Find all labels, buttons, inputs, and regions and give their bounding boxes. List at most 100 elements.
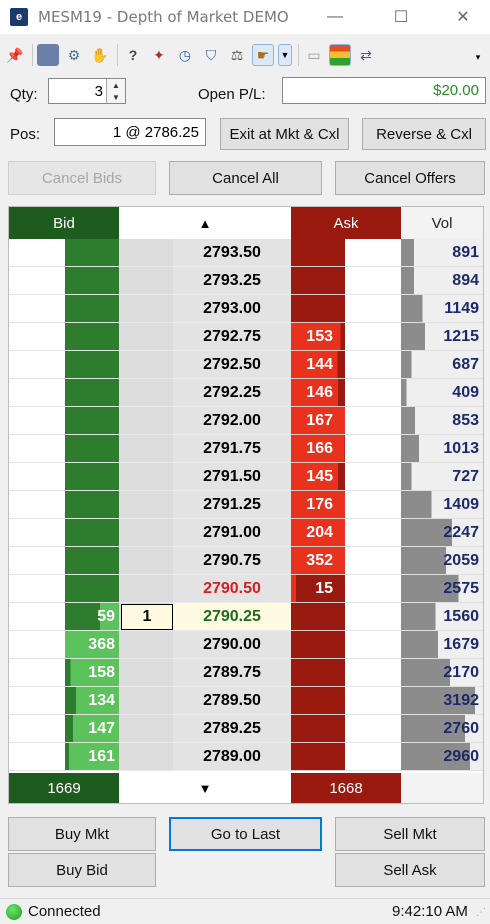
ask-order-cell[interactable] [345,295,401,323]
ask-order-cell[interactable] [345,239,401,267]
bid-size-cell[interactable] [65,491,119,519]
working-order-cell[interactable] [119,715,173,743]
scroll-up-arrow-icon[interactable]: ▲ [119,207,291,239]
help-doc-icon[interactable]: ? [122,44,144,66]
ask-size-cell[interactable]: 352 [291,547,345,575]
working-order-cell[interactable] [119,687,173,715]
working-order-cell[interactable] [119,631,173,659]
ask-size-cell[interactable]: 167 [291,407,345,435]
minimize-button[interactable]: — [312,0,358,34]
bid-size-cell[interactable]: 368 [65,631,119,659]
working-order-cell[interactable] [119,547,173,575]
dropdown-arrow-icon[interactable]: ▼ [278,44,292,66]
cancel-bids-button[interactable]: Cancel Bids [8,161,156,195]
bid-size-cell[interactable] [65,351,119,379]
working-order-cell[interactable] [119,519,173,547]
shield-icon[interactable]: ⛉ [200,44,222,66]
ask-order-cell[interactable] [345,603,401,631]
bid-size-cell[interactable] [65,379,119,407]
qty-stepper[interactable]: ▲ ▼ [106,79,125,103]
ask-order-cell[interactable] [345,351,401,379]
ask-size-cell[interactable] [291,631,345,659]
ask-size-cell[interactable]: 166 [291,435,345,463]
ask-size-cell[interactable]: 144 [291,351,345,379]
ask-size-cell[interactable]: 153 [291,323,345,351]
ask-size-cell[interactable] [291,687,345,715]
reverse-cxl-button[interactable]: Reverse & Cxl [362,118,486,150]
ask-size-cell[interactable] [291,267,345,295]
bid-size-cell[interactable] [65,407,119,435]
bid-order-cell[interactable] [9,659,65,687]
ask-size-cell[interactable] [291,295,345,323]
bid-order-cell[interactable] [9,435,65,463]
overflow-icon[interactable]: ▾ [472,46,484,68]
gear-icon[interactable]: ⚙ [63,44,85,66]
hands-icon[interactable]: ✋ [89,44,111,66]
bid-order-cell[interactable] [9,239,65,267]
bid-order-cell[interactable] [9,519,65,547]
cancel-all-button[interactable]: Cancel All [169,161,322,195]
bid-order-cell[interactable] [9,491,65,519]
exit-at-mkt-cxl-button[interactable]: Exit at Mkt & Cxl [220,118,349,150]
bid-order-cell[interactable] [9,407,65,435]
working-order-cell[interactable] [119,407,173,435]
bid-size-cell[interactable]: 161 [65,743,119,771]
ask-order-cell[interactable] [345,463,401,491]
bid-order-cell[interactable] [9,379,65,407]
bid-order-cell[interactable] [9,323,65,351]
ask-order-cell[interactable] [345,715,401,743]
working-order-cell[interactable] [119,575,173,603]
working-order-cell[interactable] [119,659,173,687]
stepper-up-icon[interactable]: ▲ [112,81,120,90]
working-order-cell[interactable] [119,295,173,323]
bid-order-cell[interactable] [9,715,65,743]
ask-size-cell[interactable] [291,603,345,631]
bid-size-cell[interactable]: 134 [65,687,119,715]
buy-mkt-button[interactable]: Buy Mkt [8,817,156,851]
cancel-offers-button[interactable]: Cancel Offers [335,161,485,195]
pin-icon[interactable]: 📌 [4,44,26,66]
working-order-cell[interactable] [119,351,173,379]
working-order-cell[interactable] [119,743,173,771]
working-order-cell[interactable] [119,323,173,351]
ask-size-cell[interactable]: 204 [291,519,345,547]
bid-size-cell[interactable] [65,435,119,463]
bid-size-cell[interactable] [65,295,119,323]
ask-order-cell[interactable] [345,659,401,687]
working-order-cell[interactable] [119,463,173,491]
bid-order-cell[interactable] [9,547,65,575]
ask-order-cell[interactable] [345,379,401,407]
bid-size-cell[interactable] [65,519,119,547]
ask-order-cell[interactable] [345,743,401,771]
ask-order-cell[interactable] [345,519,401,547]
bid-order-cell[interactable] [9,351,65,379]
run-icon[interactable]: ✦ [148,44,170,66]
bid-size-cell[interactable]: 158 [65,659,119,687]
bid-size-cell[interactable] [65,267,119,295]
bid-order-cell[interactable] [9,575,65,603]
sell-mkt-button[interactable]: Sell Mkt [335,817,485,851]
clock-icon[interactable]: ◷ [174,44,196,66]
ask-size-cell[interactable]: 146 [291,379,345,407]
ask-size-cell[interactable] [291,743,345,771]
sort-icon[interactable]: ⚖ [226,44,248,66]
ask-size-cell[interactable] [291,715,345,743]
bid-order-cell[interactable] [9,267,65,295]
working-order-cell[interactable] [119,491,173,519]
bid-size-cell[interactable] [65,547,119,575]
bid-order-cell[interactable] [9,295,65,323]
ask-order-cell[interactable] [345,687,401,715]
bid-size-cell[interactable] [65,323,119,351]
calculator-icon[interactable] [37,44,59,66]
color-grid-icon[interactable] [329,44,351,66]
switch-icon[interactable]: ⇄ [355,44,377,66]
ask-size-cell[interactable]: 176 [291,491,345,519]
maximize-button[interactable]: ☐ [378,0,424,34]
bid-size-cell[interactable]: 59 [65,603,119,631]
hand-pointer-icon[interactable]: ☛ [252,44,274,66]
bid-order-cell[interactable] [9,743,65,771]
buy-bid-button[interactable]: Buy Bid [8,853,156,887]
chart-icon[interactable]: ▭ [303,44,325,66]
close-button[interactable]: ✕ [440,0,486,34]
resize-grip-icon[interactable]: ⋰ [476,907,486,918]
